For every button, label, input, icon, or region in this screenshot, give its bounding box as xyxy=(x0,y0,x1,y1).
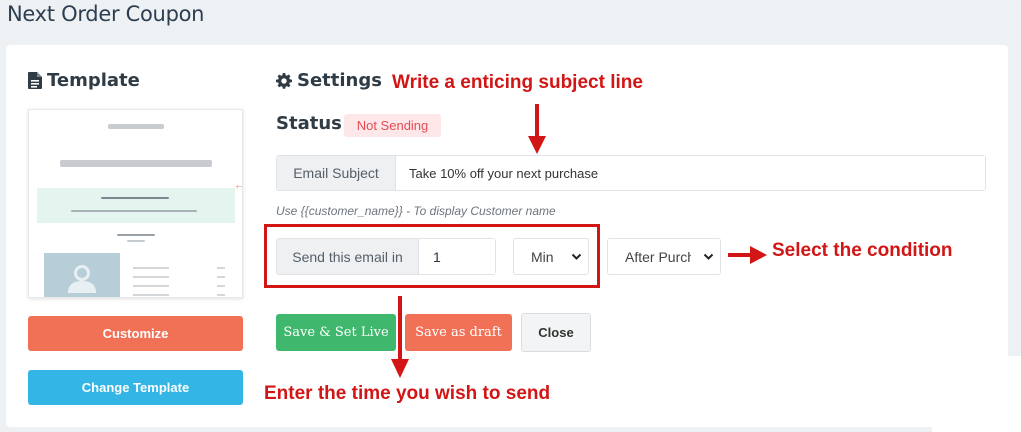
preview-bar xyxy=(108,124,164,129)
preview-line xyxy=(117,234,155,236)
preview-line xyxy=(101,197,169,199)
preview-line xyxy=(133,285,169,287)
annotation-time: Enter the time you wish to send xyxy=(264,383,551,404)
save-as-draft-button[interactable]: Save as draft xyxy=(405,314,512,351)
page-title: Next Order Coupon xyxy=(7,2,205,26)
annotation-condition: Select the condition xyxy=(772,240,953,261)
arrow-left-icon: ← xyxy=(233,176,242,192)
preview-bar xyxy=(60,160,212,167)
preview-profile-card xyxy=(44,253,120,297)
preview-line xyxy=(133,294,169,296)
settings-heading-label: Settings xyxy=(297,70,382,91)
chevron-down-icon xyxy=(703,253,714,260)
status-badge: Not Sending xyxy=(344,114,441,137)
avatar-icon xyxy=(68,265,96,293)
annotation-subject: Write a enticing subject line xyxy=(392,72,643,93)
email-subject-label: Email Subject xyxy=(277,156,396,190)
highlight-box xyxy=(264,224,600,288)
gear-icon xyxy=(276,72,292,89)
background-patch xyxy=(932,356,1021,432)
preview-line xyxy=(71,210,197,212)
preview-line xyxy=(217,267,225,269)
preview-highlight xyxy=(37,188,235,223)
customer-name-hint: Use {{customer_name}} - To display Custo… xyxy=(276,204,556,218)
preview-line xyxy=(127,240,145,242)
email-subject-input[interactable] xyxy=(396,156,985,190)
change-template-button[interactable]: Change Template xyxy=(28,370,243,405)
file-icon xyxy=(28,72,42,89)
template-preview[interactable]: ← xyxy=(28,109,243,298)
preview-line xyxy=(217,294,225,296)
settings-heading: Settings xyxy=(276,70,382,91)
close-button[interactable]: Close xyxy=(521,313,591,352)
save-and-set-live-button[interactable]: Save & Set Live xyxy=(276,314,396,351)
template-heading-label: Template xyxy=(47,70,140,91)
email-subject-group: Email Subject xyxy=(276,155,986,191)
template-heading: Template xyxy=(28,70,140,91)
preview-line xyxy=(133,276,169,278)
preview-line xyxy=(217,285,225,287)
preview-line xyxy=(217,276,225,278)
condition-select[interactable]: After Purchase xyxy=(607,238,721,275)
preview-line xyxy=(133,267,169,269)
customize-button[interactable]: Customize xyxy=(28,316,243,351)
condition-value: After Purchase xyxy=(625,248,691,265)
